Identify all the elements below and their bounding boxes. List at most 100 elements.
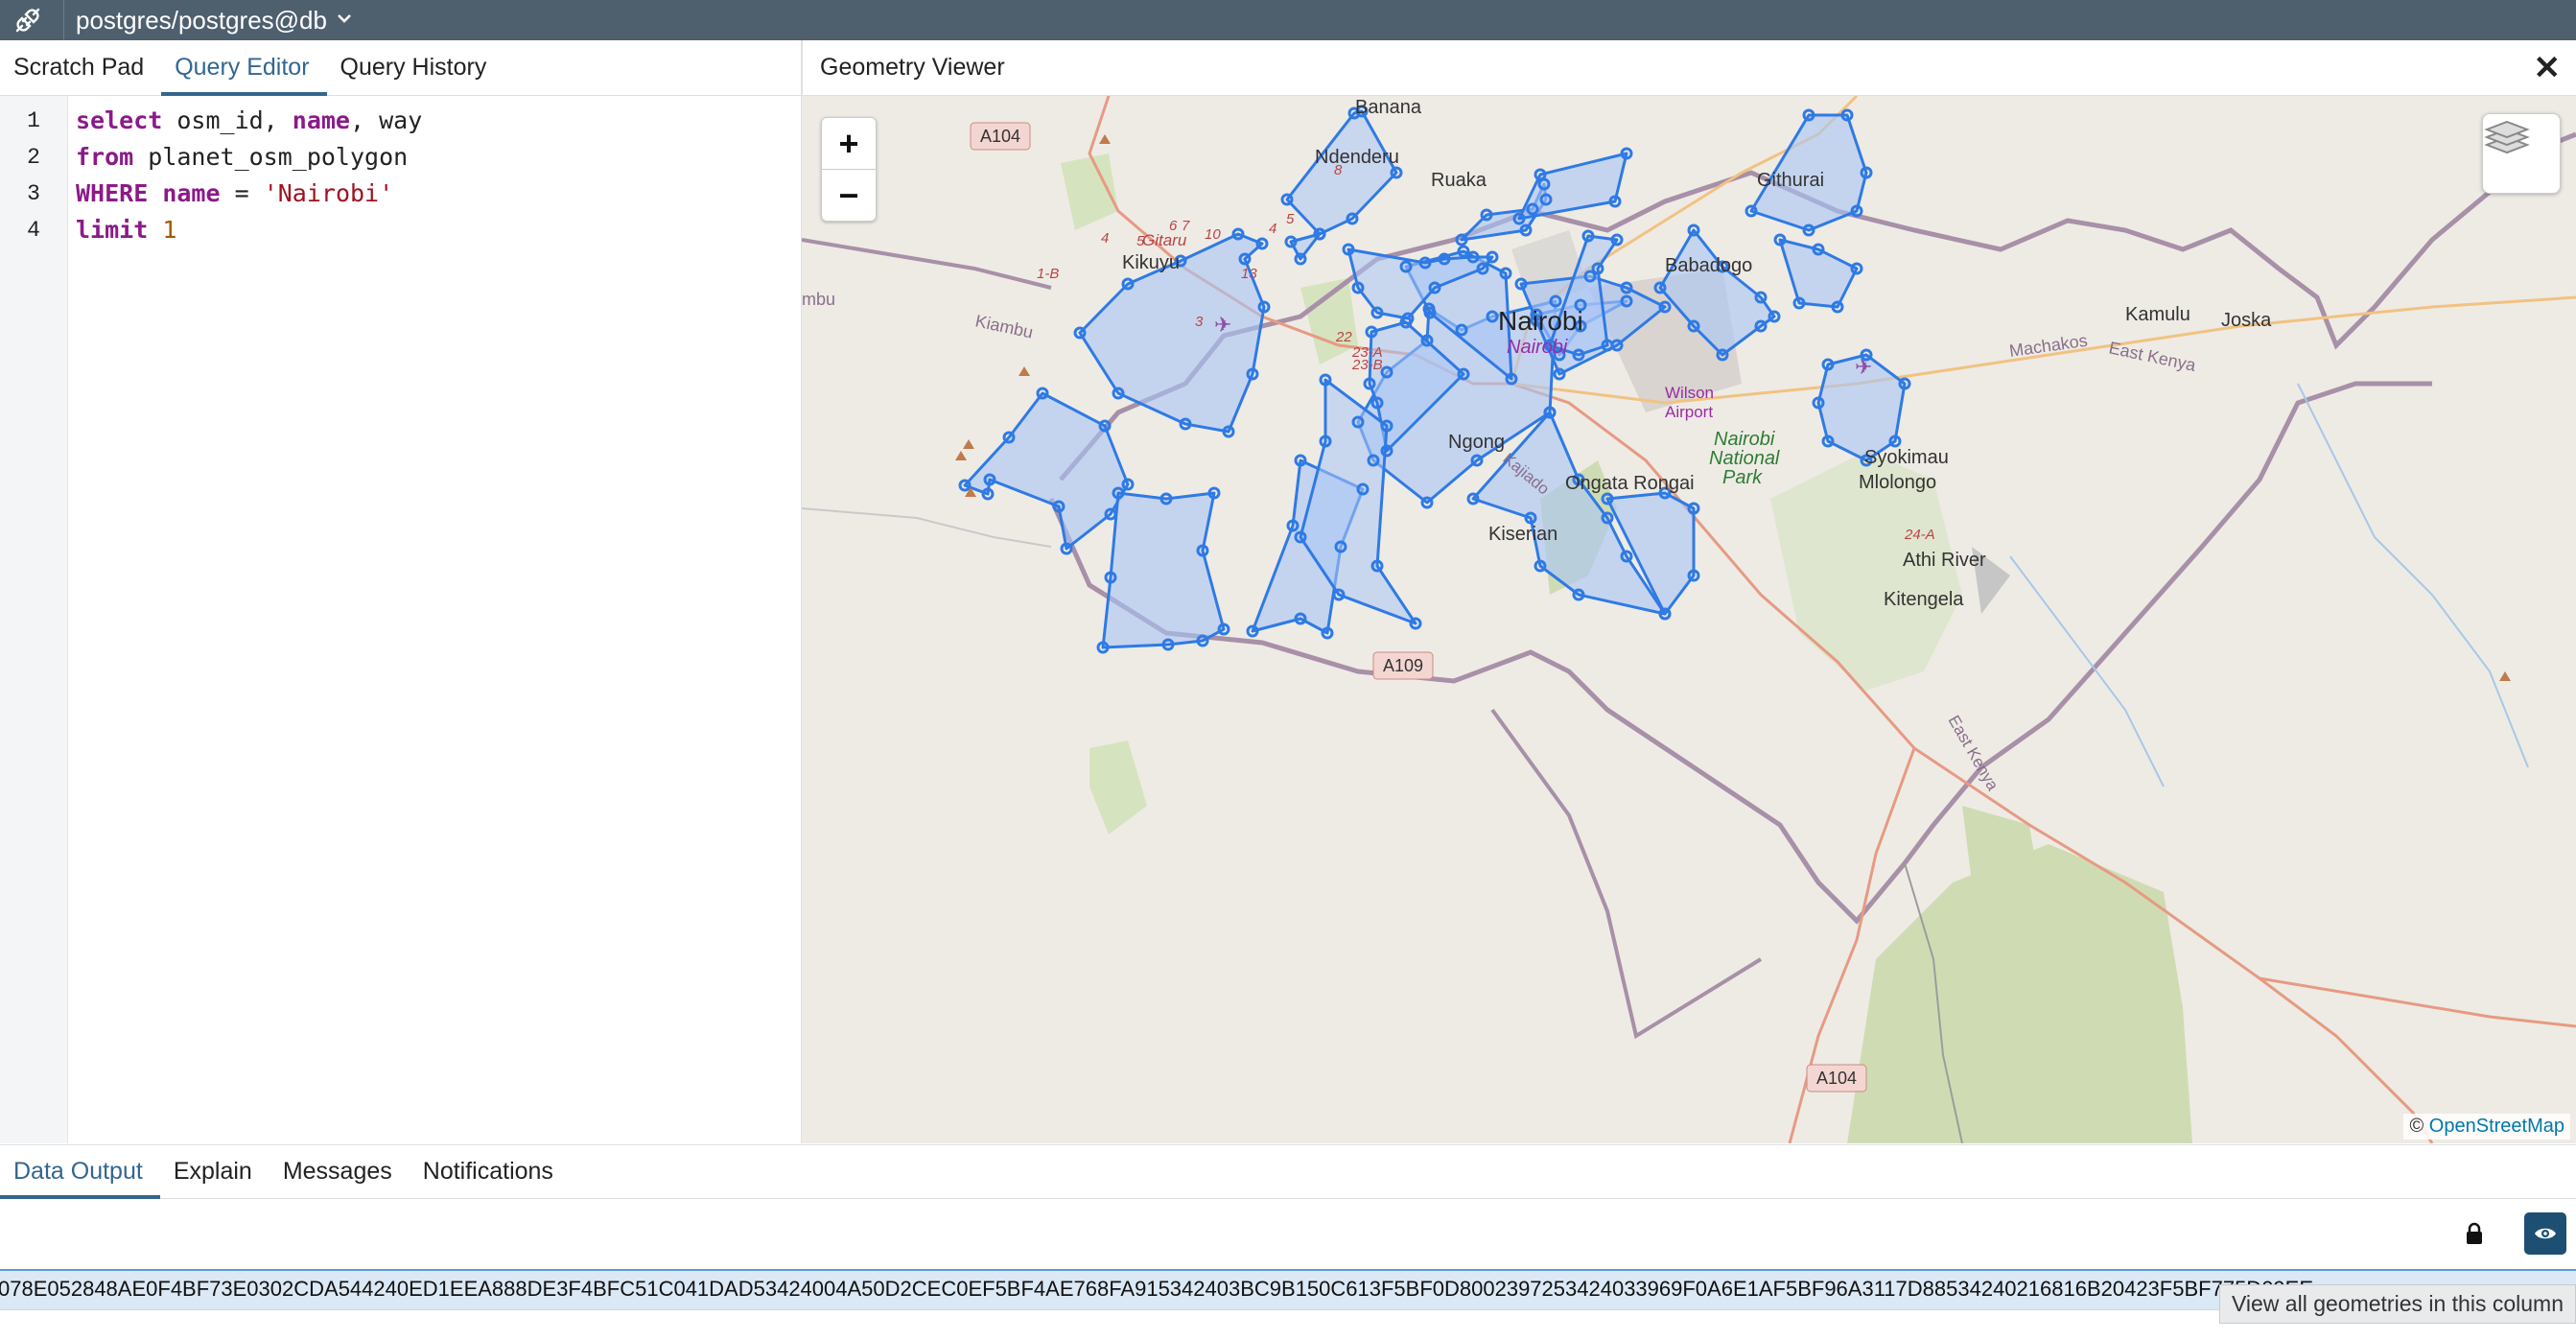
query-editor-pane: Scratch Pad Query Editor Query History 1… xyxy=(0,40,803,1143)
plug-connection-icon[interactable] xyxy=(13,6,42,35)
road-number: 4 xyxy=(1269,221,1276,237)
road-number: 8 xyxy=(1334,162,1343,178)
place-label: Kikuyu xyxy=(1122,252,1180,273)
chevron-down-icon[interactable] xyxy=(337,12,352,29)
geometry-viewer-header: Geometry Viewer ✕ xyxy=(802,40,2576,96)
airport-icon: ✈ xyxy=(1855,356,1872,380)
road-number: 3 xyxy=(1195,314,1204,330)
sql-text: , way xyxy=(350,106,423,134)
airport-icon: ✈ xyxy=(1214,314,1231,338)
road-number: 24-A xyxy=(1904,527,1935,543)
sql-keyword: name xyxy=(292,106,350,134)
road-number: 5 xyxy=(1286,211,1295,227)
road-number: 7 xyxy=(1182,218,1190,234)
sql-code[interactable]: select osm_id, name, way from planet_osm… xyxy=(76,96,422,248)
line-number: 4 xyxy=(27,218,40,243)
line-number: 3 xyxy=(27,181,40,206)
place-label: Kitengela xyxy=(1884,589,1964,610)
geometry-cell[interactable]: 078E052848AE0F4BF73E0302CDA544240ED1EEA8… xyxy=(0,1271,2576,1307)
sql-text: = xyxy=(220,179,264,207)
lock-icon xyxy=(2465,1222,2484,1250)
top-bar: postgres/postgres@db xyxy=(0,0,2576,40)
topbar-divider xyxy=(63,0,64,40)
sql-keyword: limit xyxy=(76,216,149,244)
code-line: select osm_id, name, way xyxy=(76,103,422,139)
geometry-viewer-title: Geometry Viewer xyxy=(820,54,1005,81)
place-label: Gitaru xyxy=(1142,231,1187,249)
place-label: Ndenderu xyxy=(1315,147,1399,168)
code-line: from planet_osm_polygon xyxy=(76,139,422,176)
table-row[interactable]: 078E052848AE0F4BF73E0302CDA544240ED1EEA8… xyxy=(0,1269,2576,1310)
connection-selector[interactable]: postgres/postgres@db xyxy=(76,6,327,35)
sql-keyword: select xyxy=(76,106,163,134)
place-label: Ngong xyxy=(1448,432,1505,453)
view-geometries-button[interactable] xyxy=(2524,1212,2566,1255)
close-icon[interactable]: ✕ xyxy=(2534,52,2562,84)
sql-string: 'Nairobi' xyxy=(263,179,394,207)
place-label: Airport xyxy=(1665,403,1713,421)
sql-number: 1 xyxy=(162,216,177,244)
shield-label: A109 xyxy=(1383,656,1423,675)
place-label: Syokimau xyxy=(1864,447,1949,468)
road-number: 4 xyxy=(1101,230,1109,247)
sql-text: planet_osm_polygon xyxy=(133,143,409,171)
place-label: Kamulu xyxy=(2125,304,2190,325)
code-line: limit 1 xyxy=(76,212,422,248)
results-panel: Data Output Explain Messages Notificatio… xyxy=(0,1144,2576,1340)
tab-query-history[interactable]: Query History xyxy=(327,54,504,95)
eye-icon xyxy=(2535,1228,2556,1239)
tab-scratch-pad[interactable]: Scratch Pad xyxy=(0,54,161,95)
place-label: Park xyxy=(1722,467,1763,488)
tab-explain[interactable]: Explain xyxy=(160,1158,269,1198)
tab-data-output[interactable]: Data Output xyxy=(0,1158,160,1199)
sql-text: osm_id, xyxy=(162,106,293,134)
polygon[interactable] xyxy=(1101,491,1226,649)
place-label: Nairobi xyxy=(1507,337,1568,358)
line-number: 1 xyxy=(27,108,40,133)
road-number: 6 xyxy=(1169,218,1178,234)
map-canvas[interactable]: A104 A109 A104 Banana Ndenderu Ruaka Git… xyxy=(802,96,2576,1143)
road-number: 23-B xyxy=(1351,357,1383,373)
line-number: 2 xyxy=(27,145,40,170)
place-label: National xyxy=(1709,448,1780,469)
sql-keyword: WHERE xyxy=(76,179,149,207)
shield-label: A104 xyxy=(980,127,1020,146)
road-number: 13 xyxy=(1241,266,1257,282)
sql-keyword: from xyxy=(76,143,134,171)
shield-label: A104 xyxy=(1816,1069,1857,1088)
zoom-in-button[interactable]: + xyxy=(822,118,876,169)
road-number: 1-B xyxy=(1037,266,1059,282)
sql-editor[interactable]: 1 2 3 4 select osm_id, name, way from pl… xyxy=(0,96,801,1143)
place-label: Nairobi xyxy=(1714,429,1775,450)
results-header xyxy=(0,1199,2576,1268)
zoom-control: + − xyxy=(821,117,877,222)
editor-tabs: Scratch Pad Query Editor Query History xyxy=(0,40,801,96)
place-label: Ruaka xyxy=(1431,170,1487,191)
tab-query-editor[interactable]: Query Editor xyxy=(161,54,327,96)
tab-messages[interactable]: Messages xyxy=(269,1158,410,1198)
layers-icon[interactable] xyxy=(2482,113,2561,194)
place-label: Joska xyxy=(2221,310,2272,331)
sql-keyword: name xyxy=(162,179,221,207)
results-tabs: Data Output Explain Messages Notificatio… xyxy=(0,1145,2576,1199)
place-label: Nairobi xyxy=(1498,306,1583,336)
place-label: Babadogo xyxy=(1665,255,1752,276)
place-label: Banana xyxy=(1355,97,1422,118)
tab-notifications[interactable]: Notifications xyxy=(410,1158,571,1198)
attribution-copyright: © xyxy=(2409,1116,2424,1137)
zoom-out-button[interactable]: − xyxy=(822,169,876,221)
road-number: 22 xyxy=(1335,329,1352,345)
code-line: WHERE name = 'Nairobi' xyxy=(76,176,422,212)
map-svg: A104 A109 A104 Banana Ndenderu Ruaka Git… xyxy=(802,96,2576,1143)
view-geometries-tooltip: View all geometries in this column xyxy=(2218,1284,2576,1324)
place-label: Wilson xyxy=(1665,384,1714,402)
openstreetmap-link[interactable]: OpenStreetMap xyxy=(2429,1116,2564,1137)
place-label: Mlolongo xyxy=(1859,472,1936,493)
place-label: Ongata Rongai xyxy=(1565,473,1695,494)
geometry-viewer-pane: Geometry Viewer ✕ A104 A109 A104 Banana … xyxy=(802,40,2576,1143)
place-label: Athi River xyxy=(1903,550,1986,571)
place-label: Githurai xyxy=(1757,170,1824,191)
place-label: mbu xyxy=(802,290,835,309)
